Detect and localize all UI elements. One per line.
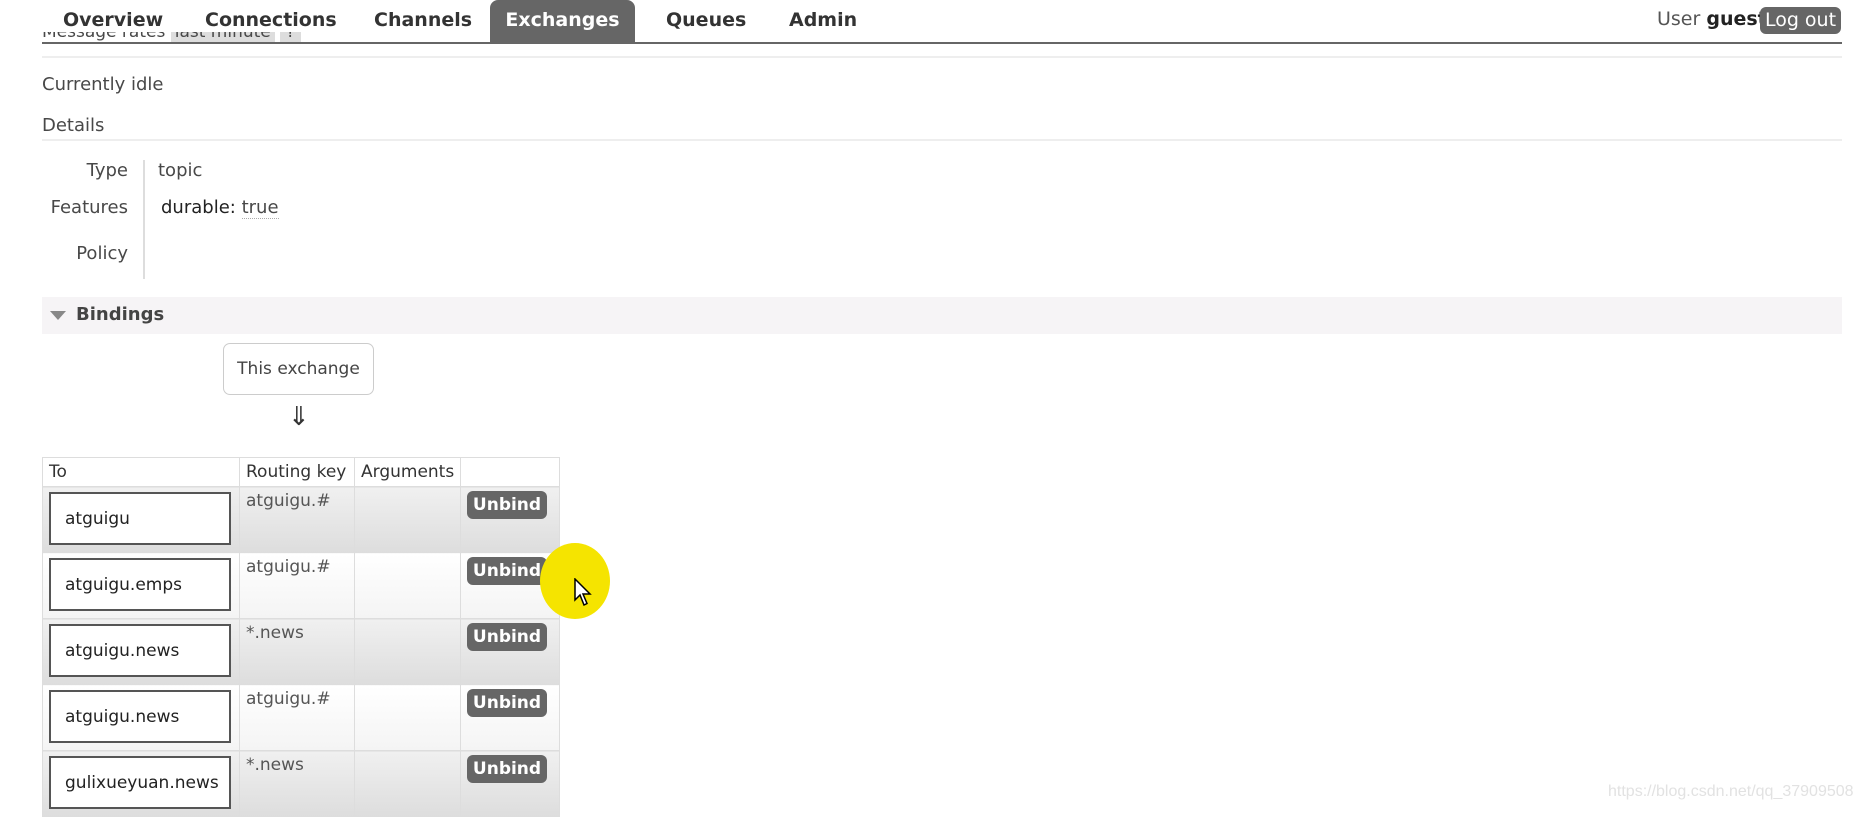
col-to: To <box>42 457 240 487</box>
help-icon[interactable]: ? <box>280 32 302 42</box>
routing-key: atguigu.# <box>246 689 331 709</box>
table-row: gulixueyuan.news *.news Unbind <box>42 750 560 817</box>
col-arguments: Arguments <box>354 457 461 487</box>
mouse-pointer-icon <box>574 578 592 607</box>
this-exchange-box: This exchange <box>223 343 374 395</box>
unbind-button[interactable]: Unbind <box>467 491 547 519</box>
collapse-triangle-icon <box>50 311 66 320</box>
feature-val: true <box>241 197 279 219</box>
queue-link[interactable]: atguigu.emps <box>49 558 231 611</box>
table-row: atguigu.news *.news Unbind <box>42 618 560 685</box>
table-row: atguigu.news atguigu.# Unbind <box>42 684 560 751</box>
routing-key: *.news <box>246 755 304 775</box>
unbind-button[interactable]: Unbind <box>467 557 547 585</box>
type-value: topic <box>158 160 203 181</box>
table-header: To Routing key Arguments <box>42 457 560 487</box>
tab-admin[interactable]: Admin <box>789 0 857 42</box>
message-rates-select[interactable]: last minute <box>170 32 275 42</box>
col-actions <box>460 457 560 487</box>
details-heading: Details <box>42 115 105 136</box>
arguments <box>354 684 461 751</box>
type-label: Type <box>86 160 128 181</box>
bindings-heading: Bindings <box>76 304 165 325</box>
divider <box>42 139 1842 141</box>
user-info: User guest <box>1657 8 1767 30</box>
nav-divider <box>42 42 1842 44</box>
unbind-button[interactable]: Unbind <box>467 623 547 651</box>
unbind-button[interactable]: Unbind <box>467 689 547 717</box>
message-rates-label: Message rates <box>42 32 166 42</box>
arguments <box>354 486 461 553</box>
watermark: https://blog.csdn.net/qq_37909508 <box>1608 783 1854 800</box>
details-separator <box>143 160 145 279</box>
logout-button[interactable]: Log out <box>1760 7 1841 34</box>
routing-key: *.news <box>246 623 304 643</box>
features-value: durable: true <box>161 197 279 219</box>
queue-link[interactable]: atguigu.news <box>49 690 231 743</box>
queue-link[interactable]: gulixueyuan.news <box>49 756 231 809</box>
tab-queues[interactable]: Queues <box>666 0 746 42</box>
user-name: guest <box>1706 8 1767 30</box>
status-text: Currently idle <box>42 74 164 95</box>
col-routing-key: Routing key <box>239 457 355 487</box>
down-arrow-icon: ⇓ <box>288 402 310 432</box>
queue-link[interactable]: atguigu <box>49 492 231 545</box>
divider <box>42 56 1842 58</box>
table-row: atguigu.emps atguigu.# Unbind <box>42 552 560 619</box>
user-label: User <box>1657 8 1701 30</box>
policy-label: Policy <box>76 243 128 264</box>
table-row: atguigu atguigu.# Unbind <box>42 486 560 553</box>
bindings-section-header[interactable]: Bindings <box>42 297 1842 334</box>
queue-link[interactable]: atguigu.news <box>49 624 231 677</box>
arguments <box>354 618 461 685</box>
arguments <box>354 552 461 619</box>
bindings-table: To Routing key Arguments atguigu atguigu… <box>42 457 560 817</box>
unbind-button[interactable]: Unbind <box>467 755 547 783</box>
tab-exchanges[interactable]: Exchanges <box>490 0 635 42</box>
feature-key: durable: <box>161 197 236 218</box>
features-label: Features <box>50 197 128 218</box>
arguments <box>354 750 461 817</box>
routing-key: atguigu.# <box>246 491 331 511</box>
routing-key: atguigu.# <box>246 557 331 577</box>
